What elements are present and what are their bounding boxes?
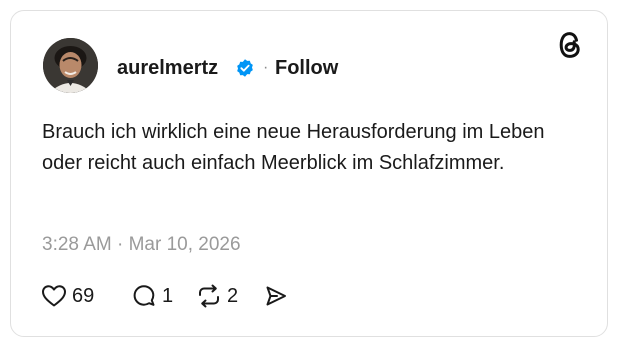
separator-dot: ·	[263, 59, 269, 76]
heart-icon	[42, 285, 66, 307]
like-count: 69	[72, 285, 95, 307]
reply-button[interactable]: 1	[131, 283, 173, 309]
comment-icon	[133, 285, 155, 306]
like-button[interactable]: 69	[41, 283, 94, 309]
send-icon	[266, 286, 286, 306]
follow-button[interactable]: Follow	[275, 56, 338, 80]
threads-post-card: aurelmertz · Follow Brauch ich wirklich …	[10, 10, 608, 337]
repost-button[interactable]: 2	[196, 283, 238, 309]
avatar[interactable]	[43, 38, 98, 93]
post-text: Brauch ich wirklich eine neue Herausford…	[42, 121, 545, 174]
post-timestamp[interactable]: 3:28 AM · Mar 10, 2026	[42, 233, 241, 257]
repost-icon	[199, 284, 219, 308]
avatar-image	[43, 38, 98, 93]
username[interactable]: aurelmertz	[117, 56, 218, 80]
share-button[interactable]	[263, 283, 289, 309]
verified-badge-icon	[237, 59, 253, 77]
repost-count: 2	[227, 285, 239, 307]
reply-count: 1	[162, 285, 174, 307]
threads-logo-icon[interactable]	[557, 30, 583, 60]
